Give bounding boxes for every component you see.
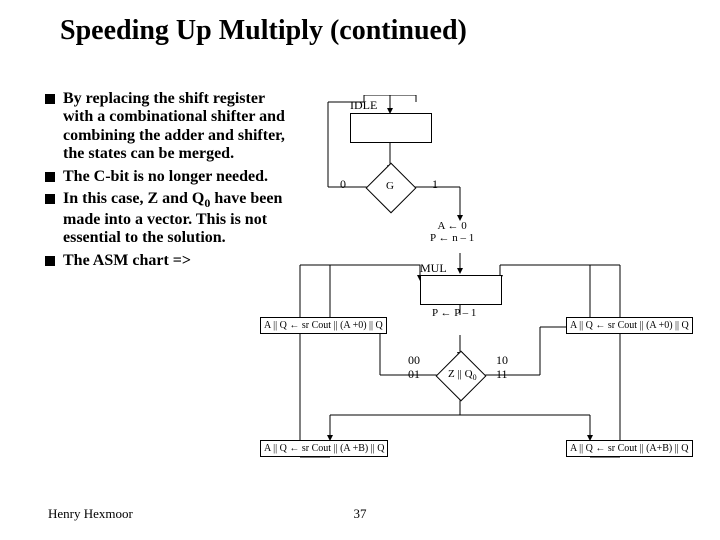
op-box-ab-right: A || Q ← sr Cout || (A+B) || Q — [566, 440, 693, 457]
branch-00-label: 00 — [408, 353, 420, 368]
bullet-3: In this case, Z and Q0 have been made in… — [45, 190, 295, 248]
g-label: G — [386, 180, 394, 192]
bullet-marker — [45, 256, 55, 266]
op-box-a0-right: A || Q ← sr Cout || (A +0) || Q — [566, 317, 693, 334]
mul-state-box — [420, 275, 502, 305]
bullet-text: The C-bit is no longer needed. — [63, 168, 268, 186]
zq-sub: 0 — [473, 373, 477, 382]
bullet-1: By replacing the shift register with a c… — [45, 90, 295, 164]
init-ops: A ← 0 P ← n – 1 — [430, 220, 474, 244]
bullet-text: By replacing the shift register with a c… — [63, 90, 295, 164]
footer-author: Henry Hexmoor — [48, 506, 133, 522]
footer-page-number: 37 — [354, 506, 367, 522]
bullet-3a: In this case, Z and Q — [63, 190, 204, 207]
bullet-4: The ASM chart => — [45, 252, 295, 270]
branch-10-label: 10 — [496, 353, 508, 368]
bullet-text: In this case, Z and Q0 have been made in… — [63, 190, 295, 248]
idle-state-box — [350, 113, 432, 143]
bullet-marker — [45, 194, 55, 204]
slide-title: Speeding Up Multiply (continued) — [60, 15, 467, 47]
op-box-ab-left: A || Q ← sr Cout || (A +B) || Q — [260, 440, 388, 457]
bullet-list: By replacing the shift register with a c… — [45, 90, 295, 274]
op-box-a0-left: A || Q ← sr Cout || (A +0) || Q — [260, 317, 387, 334]
asm-diagram: IDLE G 0 1 A ← 0 P ← n – 1 MUL P ← P – 1… — [270, 95, 720, 505]
bullet-2: The C-bit is no longer needed. — [45, 168, 295, 186]
branch-0-label: 0 — [340, 177, 346, 192]
branch-1-label: 1 — [432, 177, 438, 192]
p-decrement: P ← P – 1 — [432, 307, 476, 319]
zq-text: Z || Q — [448, 368, 473, 380]
branch-01-label: 01 — [408, 367, 420, 382]
idle-label: IDLE — [350, 98, 377, 113]
bullet-text: The ASM chart => — [63, 252, 191, 270]
bullet-marker — [45, 172, 55, 182]
zq-label: Z || Q0 — [448, 368, 477, 382]
bullet-marker — [45, 94, 55, 104]
mul-label: MUL — [420, 261, 447, 276]
branch-11-label: 11 — [496, 367, 508, 382]
